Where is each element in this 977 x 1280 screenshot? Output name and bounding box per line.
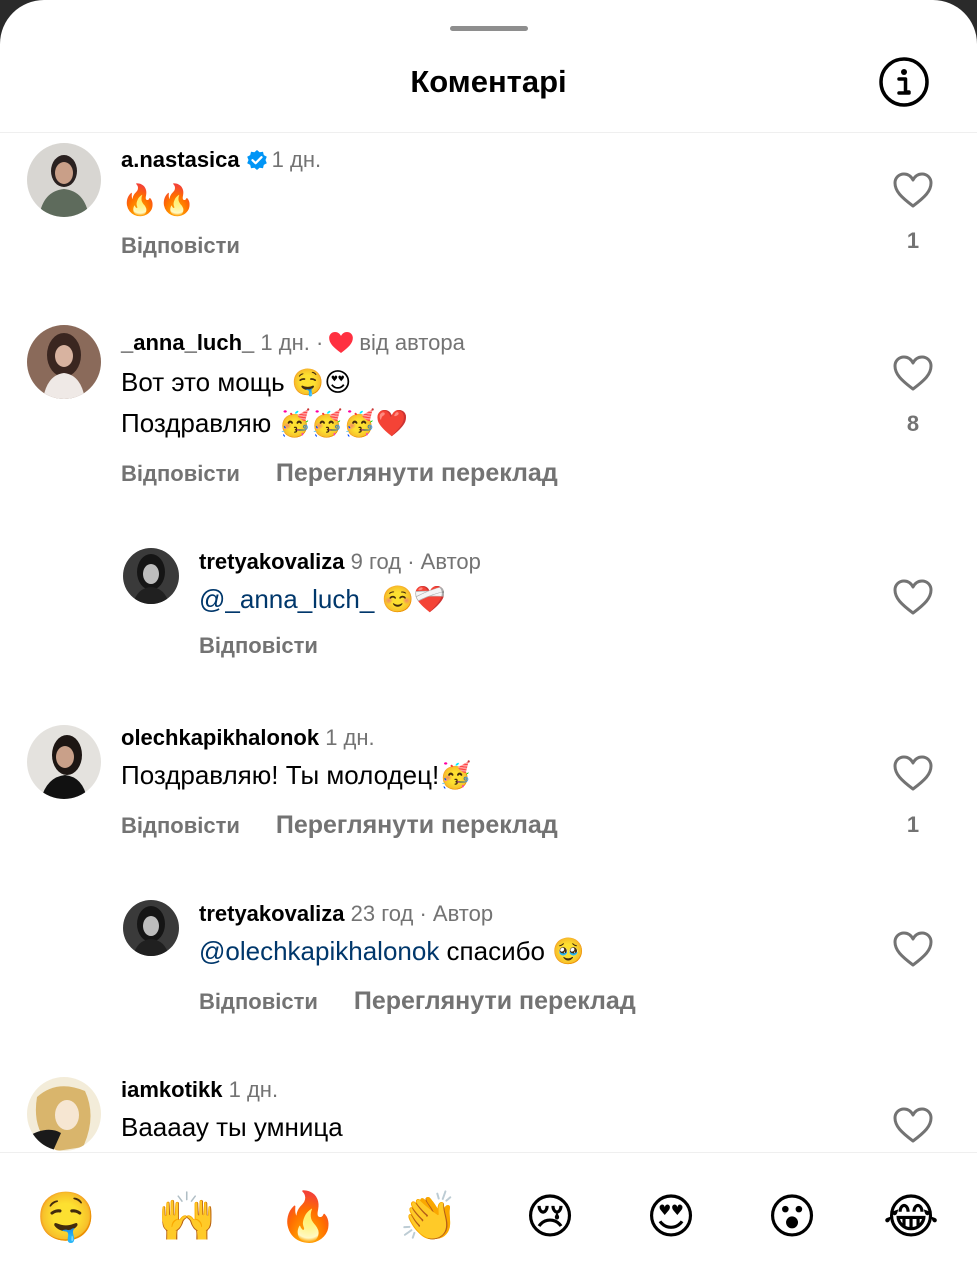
username[interactable]: tretyakovaliza: [199, 549, 345, 574]
comment-meta: olechkapikhalonok 1 дн.: [121, 724, 375, 752]
comment-time: 1 дн.: [271, 147, 322, 172]
avatar[interactable]: [27, 725, 101, 799]
drag-handle[interactable]: [450, 26, 528, 31]
reaction-bar-divider: [0, 1152, 977, 1153]
like-heart-icon[interactable]: [892, 754, 934, 792]
clapping-emoji-button[interactable]: 👏: [399, 1188, 459, 1248]
username[interactable]: olechkapikhalonok: [121, 725, 319, 750]
mention-link[interactable]: @_anna_luch_: [199, 584, 374, 614]
verified-badge-icon: [246, 149, 268, 178]
username[interactable]: iamkotikk: [121, 1077, 223, 1102]
page-title: Коментарі: [410, 64, 567, 99]
comment-text: @olechkapikhalonok спасибо 🥹: [199, 931, 585, 972]
mention-link[interactable]: @olechkapikhalonok: [199, 936, 439, 966]
see-translation-button[interactable]: Переглянути переклад: [354, 987, 636, 1015]
fire-emoji-button[interactable]: 🔥: [278, 1188, 338, 1248]
comment-body: спасибо 🥹: [439, 936, 585, 966]
like-heart-icon[interactable]: [892, 171, 934, 209]
like-count: 1: [906, 228, 920, 253]
drooling-emoji-button[interactable]: 🤤: [36, 1188, 96, 1248]
see-translation-button[interactable]: Переглянути переклад: [276, 459, 558, 487]
crying-emoji-button[interactable]: 😢: [520, 1188, 580, 1248]
comment-body: ☺️❤️‍🩹: [374, 584, 447, 614]
comment-text: 🔥🔥: [121, 184, 196, 217]
comment-actions: Відповісти Переглянути переклад: [121, 811, 558, 840]
raised-hands-emoji-button[interactable]: 🙌: [157, 1188, 217, 1248]
comment-meta: tretyakovaliza 9 год · Автор: [199, 548, 481, 576]
username[interactable]: a.nastasica: [121, 147, 240, 172]
avatar[interactable]: [123, 548, 179, 604]
reply-button[interactable]: Відповісти: [121, 461, 240, 486]
see-translation-button[interactable]: Переглянути переклад: [276, 811, 558, 839]
reply-button[interactable]: Відповісти: [121, 233, 240, 258]
comment-text: Ваааау ты умница: [121, 1112, 343, 1142]
like-heart-icon[interactable]: [892, 578, 934, 616]
comment-meta: _anna_luch_ 1 дн. · від автора: [121, 329, 465, 362]
like-heart-icon[interactable]: [892, 1106, 934, 1144]
comment-meta: iamkotikk 1 дн.: [121, 1076, 278, 1104]
like-count: 8: [906, 411, 920, 436]
avatar[interactable]: [27, 325, 101, 399]
comment-text: Вот это мощь 🤤😍: [121, 367, 352, 397]
comment-text: Поздравляю 🥳🥳🥳❤️: [121, 408, 408, 438]
comment-time: 1 дн.: [228, 1077, 279, 1102]
avatar[interactable]: [27, 1077, 101, 1151]
comment-actions: Відповісти: [121, 232, 240, 260]
header-divider: [0, 132, 977, 133]
author-liked-heart-icon: [327, 330, 355, 362]
comment-text: @_anna_luch_ ☺️❤️‍🩹: [199, 579, 446, 620]
comment-time: 9 год · Автор: [350, 549, 481, 574]
comment-actions: Відповісти Переглянути переклад: [121, 459, 558, 488]
meta-separator: ·: [315, 330, 324, 355]
reply-button[interactable]: Відповісти: [199, 989, 318, 1014]
like-heart-icon[interactable]: [892, 354, 934, 392]
liked-by-author: від автора: [359, 330, 465, 355]
comment-text: Поздравляю! Ты молодец!🥳: [121, 760, 472, 790]
avatar[interactable]: [27, 143, 101, 217]
avatar[interactable]: [123, 900, 179, 956]
surprised-emoji-button[interactable]: 😮: [762, 1188, 822, 1248]
comments-sheet: Коментарі a.nastasica 1 дн. 🔥🔥 Відповісти: [0, 0, 977, 1280]
like-count: 1: [906, 812, 920, 837]
reply-button[interactable]: Відповісти: [121, 813, 240, 838]
comment-actions: Відповісти Переглянути переклад: [199, 987, 636, 1016]
comment-time: 1 дн.: [260, 330, 310, 355]
quick-reaction-bar: [0, 1153, 977, 1280]
reply-button[interactable]: Відповісти: [199, 633, 318, 658]
comment-meta: a.nastasica 1 дн.: [121, 146, 321, 178]
info-icon[interactable]: [878, 56, 930, 108]
comment-time: 23 год · Автор: [350, 901, 494, 926]
laughing-emoji-button[interactable]: 😂: [881, 1188, 941, 1248]
like-heart-icon[interactable]: [892, 930, 934, 968]
comment-actions: Відповісти: [199, 632, 318, 660]
comment-time: 1 дн.: [325, 725, 375, 750]
username[interactable]: tretyakovaliza: [199, 901, 345, 926]
heart-eyes-emoji-button[interactable]: 😍: [641, 1188, 701, 1248]
username[interactable]: _anna_luch_: [121, 330, 254, 355]
comment-meta: tretyakovaliza 23 год · Автор: [199, 900, 493, 928]
